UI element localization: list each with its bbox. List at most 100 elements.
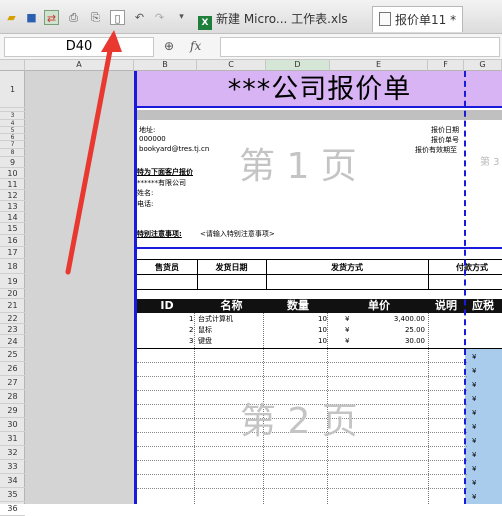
row-header[interactable]: 5 [0, 127, 25, 134]
amount-header[interactable]: 应税 [464, 299, 502, 313]
row-header[interactable]: 12 [0, 190, 25, 201]
row-header[interactable]: 31 [0, 432, 25, 446]
row-header[interactable]: 22 [0, 313, 25, 324]
item-qty[interactable]: 10 [318, 336, 327, 346]
print-icon[interactable]: ⎙ [66, 10, 81, 25]
save-icon[interactable]: ■ [24, 10, 39, 25]
row-header[interactable]: 27 [0, 376, 25, 390]
column-header-c[interactable]: C [197, 60, 266, 71]
column-header-a[interactable]: A [25, 60, 134, 71]
validity-label[interactable]: 报价有效期至 [415, 145, 457, 155]
tel-label[interactable]: 电话: [137, 199, 153, 209]
select-all-corner[interactable] [0, 60, 25, 71]
worksheet[interactable]: ***公司报价单 地址: 000000 bookyard@tres.tj.cn … [134, 71, 502, 504]
price-header[interactable]: 单价 [330, 299, 428, 313]
ship-date-header[interactable]: 发货日期 [197, 262, 266, 273]
company-value[interactable]: ******有限公司 [137, 178, 186, 188]
notes-placeholder[interactable]: <请输入特别注意事项> [200, 229, 275, 239]
row-header[interactable]: 24 [0, 335, 25, 348]
page-preview-icon[interactable]: ▯ [110, 10, 125, 25]
name-label[interactable]: 姓名: [137, 188, 153, 198]
column-header-b[interactable]: B [134, 60, 197, 71]
item-currency[interactable]: ¥ [345, 336, 349, 346]
item-price[interactable]: 25.00 [389, 325, 425, 335]
column-header-g[interactable]: G [464, 60, 502, 71]
item-name[interactable]: 鼠标 [198, 325, 212, 335]
tab-excel-workbook[interactable]: X 新建 Micro... 工作表.xls [192, 6, 354, 32]
item-qty[interactable]: 10 [318, 314, 327, 324]
ship-method-header[interactable]: 发货方式 [266, 262, 428, 273]
qty-header[interactable]: 数量 [266, 299, 330, 313]
tab-quote-sheet[interactable]: 报价单11 * [372, 6, 464, 32]
quote-date-label[interactable]: 报价日期 [431, 125, 459, 135]
id-header[interactable]: ID [137, 299, 197, 313]
row-header[interactable]: 9 [0, 157, 25, 168]
row-header[interactable]: 23 [0, 324, 25, 335]
row-header[interactable]: 8 [0, 149, 25, 157]
notes-label[interactable]: 特别注意事项: [137, 229, 182, 239]
amount-column[interactable] [465, 349, 502, 504]
undo-icon[interactable]: ↶ [132, 10, 147, 25]
name-header[interactable]: 名称 [197, 299, 266, 313]
column-header-d[interactable]: D [266, 60, 330, 71]
pay-method-header[interactable]: 付款方式 [430, 262, 502, 273]
address-label[interactable]: 地址: [139, 125, 155, 135]
row-header[interactable]: 7 [0, 141, 25, 149]
row-header[interactable]: 32 [0, 446, 25, 460]
export-pdf-icon[interactable]: ⇄ [44, 10, 59, 25]
item-currency[interactable]: ¥ [345, 314, 349, 324]
item-name[interactable]: 台式计算机 [198, 314, 233, 324]
row-header[interactable]: 10 [0, 168, 25, 179]
item-id[interactable]: 1 [189, 314, 193, 324]
row-header[interactable]: 18 [0, 259, 25, 274]
row-header[interactable]: 33 [0, 460, 25, 474]
quote-no-label[interactable]: 报价单号 [431, 135, 459, 145]
item-currency[interactable]: ¥ [345, 325, 349, 335]
row-header[interactable]: 15 [0, 223, 25, 235]
row-header[interactable]: 34 [0, 474, 25, 488]
row-header[interactable]: 20 [0, 289, 25, 299]
page-break-line[interactable] [464, 71, 466, 504]
formula-input[interactable] [220, 37, 500, 57]
redo-icon[interactable]: ↷ [152, 10, 167, 25]
item-qty[interactable]: 10 [318, 325, 327, 335]
item-name[interactable]: 键盘 [198, 336, 212, 346]
sales-header[interactable]: 售货员 [137, 262, 197, 273]
zoom-icon[interactable]: ⊕ [164, 39, 174, 53]
phone-value[interactable]: 000000 [139, 135, 166, 143]
open-folder-icon[interactable]: ▰ [4, 10, 19, 25]
page-1-watermark: 第 1 页 [239, 146, 357, 187]
for-client-label[interactable]: 特为下面客户报价 [137, 167, 193, 177]
row-header[interactable]: 25 [0, 348, 25, 362]
item-price[interactable]: 3,400.00 [389, 314, 425, 324]
row-header[interactable]: 3 [0, 112, 25, 120]
row-header[interactable]: 28 [0, 390, 25, 404]
row-header[interactable]: 17 [0, 247, 25, 259]
row-header[interactable]: 36 [0, 502, 25, 516]
item-id[interactable]: 3 [189, 336, 193, 346]
note-header[interactable]: 说明 [428, 299, 464, 313]
item-price[interactable]: 30.00 [389, 336, 425, 346]
row-header[interactable]: 13 [0, 201, 25, 212]
row-header[interactable]: 35 [0, 488, 25, 502]
row-header[interactable]: 14 [0, 212, 25, 223]
print-preview-icon[interactable]: ⎘ [88, 10, 103, 25]
column-header-e[interactable]: E [330, 60, 428, 71]
row-header[interactable]: 1 [0, 71, 25, 108]
row-header[interactable]: 21 [0, 299, 25, 313]
item-id[interactable]: 2 [189, 325, 193, 335]
function-icon[interactable]: fx [190, 39, 201, 53]
row-header[interactable]: 11 [0, 179, 25, 190]
row-header[interactable]: 26 [0, 362, 25, 376]
row-header[interactable]: 6 [0, 134, 25, 141]
row-header[interactable]: 19 [0, 274, 25, 289]
column-header-f[interactable]: F [428, 60, 464, 71]
name-box[interactable]: D40 [4, 37, 154, 57]
row-header[interactable]: 4 [0, 120, 25, 127]
dropdown-icon[interactable]: ▾ [174, 10, 189, 25]
sheet-title[interactable]: ***公司报价单 [137, 71, 502, 108]
row-header[interactable]: 29 [0, 404, 25, 418]
row-header[interactable]: 16 [0, 235, 25, 247]
email-value[interactable]: bookyard@tres.tj.cn [139, 145, 209, 153]
row-header[interactable]: 30 [0, 418, 25, 432]
